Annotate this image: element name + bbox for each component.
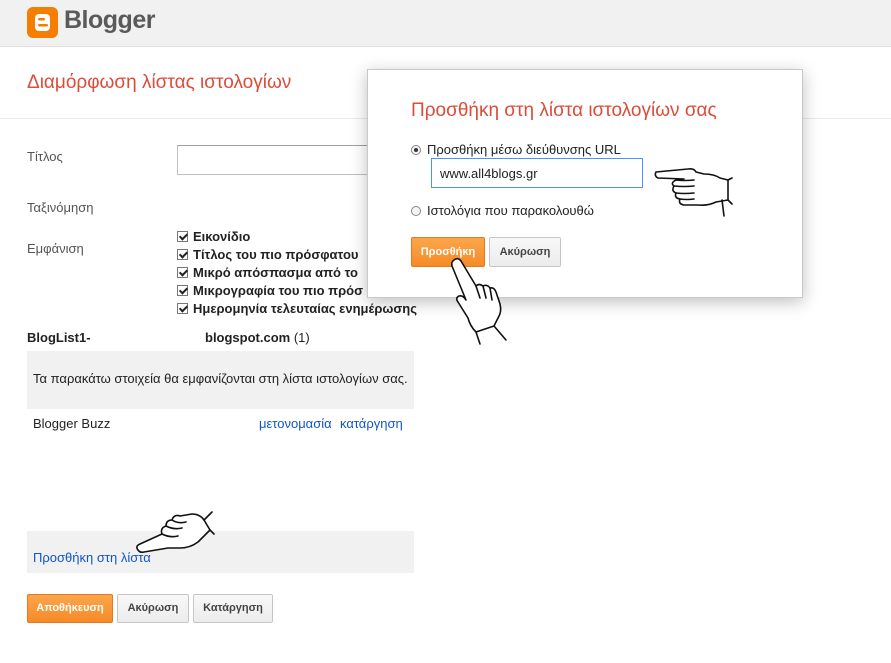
info-text: Τα παρακάτω στοιχεία θα εμφανίζονται στη…: [33, 371, 408, 386]
option-label: Ημερομηνία τελευταίας ενημέρωσης: [193, 301, 417, 316]
logo-text[interactable]: Blogger: [64, 6, 155, 35]
display-option-icon[interactable]: Εικονίδιο: [177, 229, 250, 245]
checkbox[interactable]: [177, 285, 188, 296]
radio-add-by-url[interactable]: Προσθήκη μέσω διεύθυνσης URL: [411, 142, 621, 157]
bloglist-domain: blogspot.com: [205, 330, 291, 345]
display-option-thumbnail[interactable]: Μικρογραφία του πιο πρόσ: [177, 283, 363, 299]
option-label: Εικονίδιο: [193, 229, 251, 244]
pointing-hand-up-icon: [450, 257, 507, 345]
bloglist-count: (1): [293, 330, 310, 345]
option-label: Τίτλος του πιο πρόσφατου: [193, 247, 359, 262]
dialog-title: Προσθήκη στη λίστα ιστολογίων σας: [411, 100, 717, 121]
title-label: Τίτλος: [27, 149, 63, 164]
radio-label: Προσθήκη μέσω διεύθυνσης URL: [427, 142, 621, 157]
delete-button[interactable]: Κατάργηση: [193, 594, 273, 623]
add-blog-dialog: Προσθήκη στη λίστα ιστολογίων σας Προσθή…: [367, 69, 803, 298]
blogger-logo-icon[interactable]: [27, 7, 58, 38]
display-option-latest-title[interactable]: Τίτλος του πιο πρόσφατου: [177, 247, 358, 263]
title-input[interactable]: [177, 145, 377, 175]
display-option-last-updated[interactable]: Ημερομηνία τελευταίας ενημέρωσης: [177, 301, 417, 317]
cancel-button[interactable]: Ακύρωση: [117, 594, 189, 623]
checkbox[interactable]: [177, 249, 188, 260]
sort-label: Ταξινόμηση: [27, 200, 94, 215]
option-label: Μικρό απόσπασμα από το: [193, 265, 358, 280]
checkbox[interactable]: [177, 267, 188, 278]
radio-button[interactable]: [411, 145, 421, 155]
bloglist-url: blogspot.com (1): [205, 330, 310, 345]
top-bar: Blogger: [0, 0, 891, 47]
checkbox[interactable]: [177, 231, 188, 242]
url-input[interactable]: [431, 158, 643, 188]
pointing-hand-left-icon: [654, 168, 733, 217]
checkbox[interactable]: [177, 303, 188, 314]
page-title: Διαμόρφωση λίστας ιστολογίων: [27, 72, 292, 93]
pointing-hand-down-left-icon: [136, 511, 215, 554]
bloglist-id: BlogList1-: [27, 330, 91, 345]
radio-following[interactable]: Ιστολόγια που παρακολουθώ: [411, 203, 594, 218]
radio-label: Ιστολόγια που παρακολουθώ: [427, 203, 594, 218]
save-button[interactable]: Αποθήκευση: [27, 594, 113, 623]
rename-link[interactable]: μετονομασία: [259, 416, 332, 431]
radio-button[interactable]: [411, 206, 421, 216]
display-label: Εμφάνιση: [27, 241, 84, 256]
display-option-snippet[interactable]: Μικρό απόσπασμα από το: [177, 265, 358, 281]
remove-link[interactable]: κατάργηση: [340, 416, 403, 431]
option-label: Μικρογραφία του πιο πρόσ: [193, 283, 363, 298]
list-item-name: Blogger Buzz: [33, 416, 111, 431]
